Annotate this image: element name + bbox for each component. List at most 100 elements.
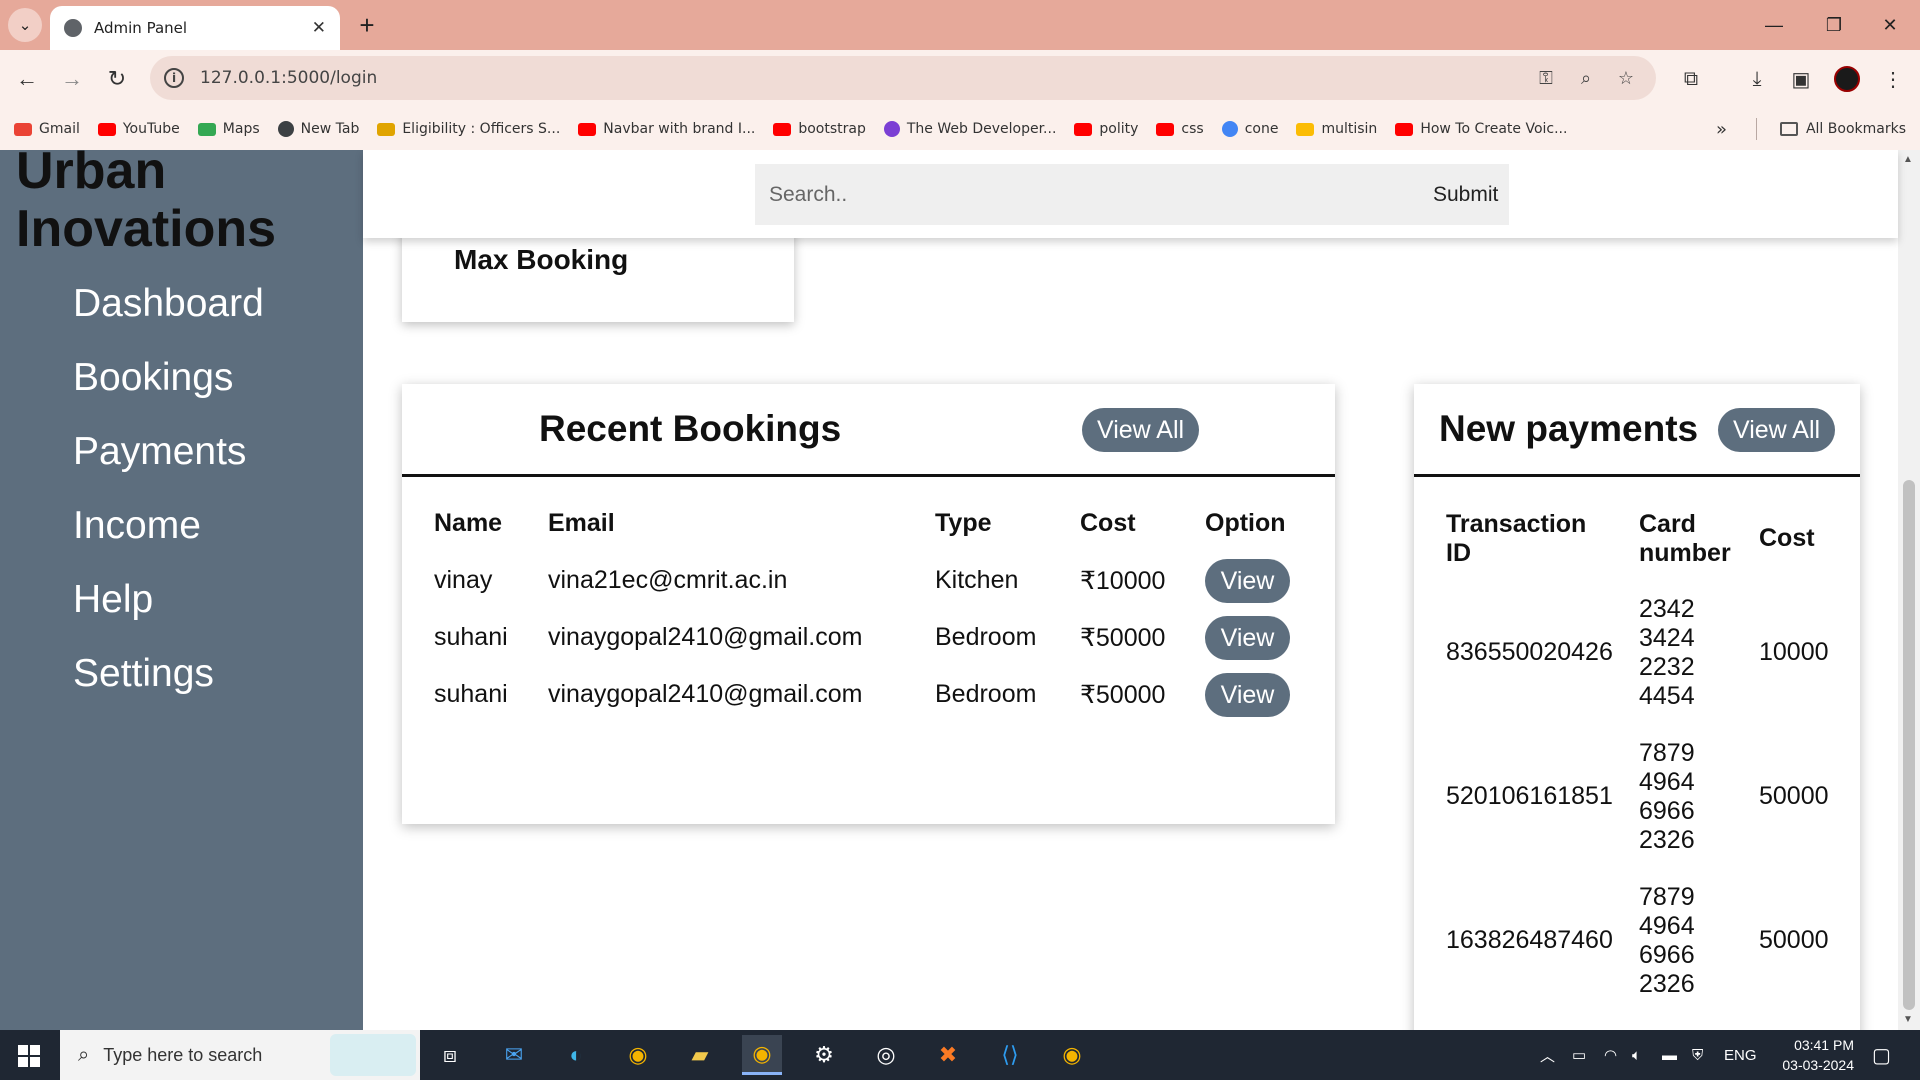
restore-window-icon[interactable]: ❐ [1804, 0, 1864, 50]
booking-view-button[interactable]: View [1205, 616, 1290, 660]
site-info-icon[interactable]: i [164, 68, 184, 88]
bookmark-maps[interactable]: Maps [197, 121, 260, 137]
xampp-icon[interactable]: ✖ [928, 1035, 968, 1075]
tab-title: Admin Panel [94, 19, 188, 37]
new-payments-view-all-button[interactable]: View All [1718, 408, 1836, 452]
profile-avatar[interactable] [1834, 66, 1860, 92]
security-shield-icon[interactable]: ⛨ [1692, 1030, 1703, 1080]
folder-icon [1779, 122, 1798, 136]
tab-favicon-icon [64, 19, 82, 37]
more-bookmarks-chevron-icon[interactable]: » [1716, 108, 1727, 150]
booking-email: vina21ec@cmrit.ac.in [548, 566, 788, 594]
bookmark-how-to-create-voice[interactable]: How To Create Voic... [1395, 121, 1567, 137]
scroll-down-arrow-icon[interactable]: ▼ [1903, 1014, 1913, 1025]
taskbar-search-box[interactable]: ⌕ Type here to search [60, 1030, 420, 1080]
all-bookmarks-button[interactable]: All Bookmarks [1779, 108, 1906, 150]
tab-close-icon[interactable]: ✕ [312, 18, 326, 38]
mail-icon[interactable]: ✉ [494, 1035, 534, 1075]
download-icon[interactable]: ⤓ [1740, 62, 1774, 96]
booking-view-button[interactable]: View [1205, 559, 1290, 603]
booking-cost: ₹50000 [1080, 681, 1166, 709]
tab-search-chevron-icon[interactable]: ⌄ [8, 8, 42, 42]
clock-date: 03-03-2024 [1782, 1057, 1854, 1073]
reload-icon[interactable]: ↻ [100, 62, 134, 96]
booking-name: suhani [434, 680, 508, 708]
forward-arrow-icon[interactable]: → [55, 62, 89, 96]
sidebar-item-help[interactable]: Help [73, 578, 153, 622]
bookmark-cone[interactable]: cone [1221, 121, 1278, 137]
tray-chevron-icon[interactable]: ︿ [1540, 1030, 1555, 1080]
vscode-icon[interactable]: ⟨⟩ [990, 1035, 1030, 1075]
bookmark-new-tab[interactable]: New Tab [277, 121, 359, 137]
scrollbar-thumb[interactable] [1903, 480, 1915, 1010]
address-url: 127.0.0.1:5000/login [200, 68, 378, 88]
task-view-icon[interactable]: ⧈ [430, 1035, 470, 1075]
chrome-active-icon[interactable]: ◉ [742, 1035, 782, 1075]
scroll-up-arrow-icon[interactable]: ▲ [1903, 154, 1913, 165]
bookmark-css[interactable]: css [1156, 121, 1204, 137]
menu-kebab-icon[interactable]: ⋮ [1876, 62, 1910, 96]
sidebar-item-payments[interactable]: Payments [73, 430, 246, 474]
obs-icon[interactable]: ◎ [866, 1035, 906, 1075]
bookmark-bootstrap[interactable]: bootstrap [773, 121, 866, 137]
meet-now-icon[interactable]: ▭ [1572, 1030, 1586, 1080]
brand-title: Urban Inovations [16, 150, 277, 258]
submit-button[interactable]: Submit [1433, 164, 1509, 225]
new-payments-card: New payments View All Transaction ID Car… [1414, 384, 1860, 1030]
minimize-icon[interactable]: — [1744, 0, 1804, 50]
back-arrow-icon[interactable]: ← [10, 62, 44, 96]
zoom-icon[interactable]: ⌕ [1574, 66, 1598, 90]
edge-browser-icon[interactable]: ◐ [556, 1035, 596, 1075]
windows-taskbar: ⌕ Type here to search ⧈ ✉ ◐ ◉ ▰ ◉ ⚙ ◎ ✖ … [0, 1030, 1920, 1080]
bookmark-polity[interactable]: polity [1074, 121, 1138, 137]
bookmark-navbar-with-brand[interactable]: Navbar with brand I... [578, 121, 755, 137]
sidebar-item-income[interactable]: Income [73, 504, 201, 548]
sidebar-item-bookings[interactable]: Bookings [73, 356, 233, 400]
card-number: 7879 4964 6966 2326 [1639, 739, 1709, 855]
column-header-cost: Cost [1080, 509, 1136, 537]
recent-bookings-card: Recent Bookings View All Name Email Type… [402, 384, 1335, 824]
recent-bookings-view-all-button[interactable]: View All [1082, 408, 1200, 452]
language-indicator[interactable]: ENG [1724, 1030, 1757, 1080]
new-tab-plus-icon[interactable]: + [350, 8, 384, 42]
close-window-icon[interactable]: ✕ [1860, 0, 1920, 50]
bookmark-youtube[interactable]: YouTube [97, 121, 180, 137]
column-header-payment-cost: Cost [1759, 524, 1815, 552]
password-key-icon[interactable]: ⚿ [1534, 66, 1558, 90]
sidebar-item-dashboard[interactable]: Dashboard [73, 282, 264, 326]
browser-tab-admin-panel[interactable]: Admin Panel ✕ [50, 6, 340, 50]
bookmark-multisin[interactable]: multisin [1296, 121, 1377, 137]
bookmark-eligibility[interactable]: Eligibility : Officers S... [377, 121, 560, 137]
chrome-profile-icon[interactable]: ◉ [1052, 1035, 1092, 1075]
search-input[interactable] [755, 164, 1433, 225]
windows-start-icon[interactable] [18, 1045, 40, 1067]
youtube-icon [97, 122, 116, 136]
sidebar-item-settings[interactable]: Settings [73, 652, 214, 696]
new-payments-title: New payments [1439, 408, 1699, 449]
extensions-puzzle-icon[interactable]: ⧉ [1674, 62, 1708, 96]
clock[interactable]: 03:41 PM 03-03-2024 [1758, 1035, 1854, 1075]
page-scrollbar[interactable]: ▲ ▼ [1898, 150, 1920, 1030]
battery-icon[interactable]: ▬ [1662, 1030, 1677, 1080]
wifi-icon[interactable]: ◠ [1604, 1030, 1617, 1080]
booking-view-button[interactable]: View [1205, 673, 1290, 717]
card-number-group: 2342 [1639, 595, 1695, 623]
volume-icon[interactable]: 🔈︎ [1632, 1030, 1641, 1080]
top-search-bar: Submit [363, 150, 1898, 238]
payment-cost: 10000 [1759, 638, 1829, 666]
file-explorer-icon[interactable]: ▰ [680, 1035, 720, 1075]
bookmark-gmail[interactable]: Gmail [14, 121, 80, 137]
address-bar[interactable]: i 127.0.0.1:5000/login ⚿ ⌕ ☆ [150, 56, 1656, 100]
eligibility-icon [377, 122, 396, 136]
notifications-icon[interactable]: ▢ [1872, 1030, 1891, 1080]
bookmark-star-icon[interactable]: ☆ [1614, 66, 1638, 90]
side-panel-icon[interactable]: ▣ [1784, 62, 1818, 96]
chrome-icon[interactable]: ◉ [618, 1035, 658, 1075]
card-number-group: 6966 [1639, 797, 1695, 825]
settings-gear-icon[interactable]: ⚙ [804, 1035, 844, 1075]
card-number-group: 4964 [1639, 912, 1695, 940]
bookmark-web-developer[interactable]: The Web Developer... [883, 121, 1056, 137]
clock-time: 03:41 PM [1794, 1037, 1854, 1053]
booking-cost: ₹10000 [1080, 567, 1166, 595]
youtube-icon [1074, 122, 1093, 136]
